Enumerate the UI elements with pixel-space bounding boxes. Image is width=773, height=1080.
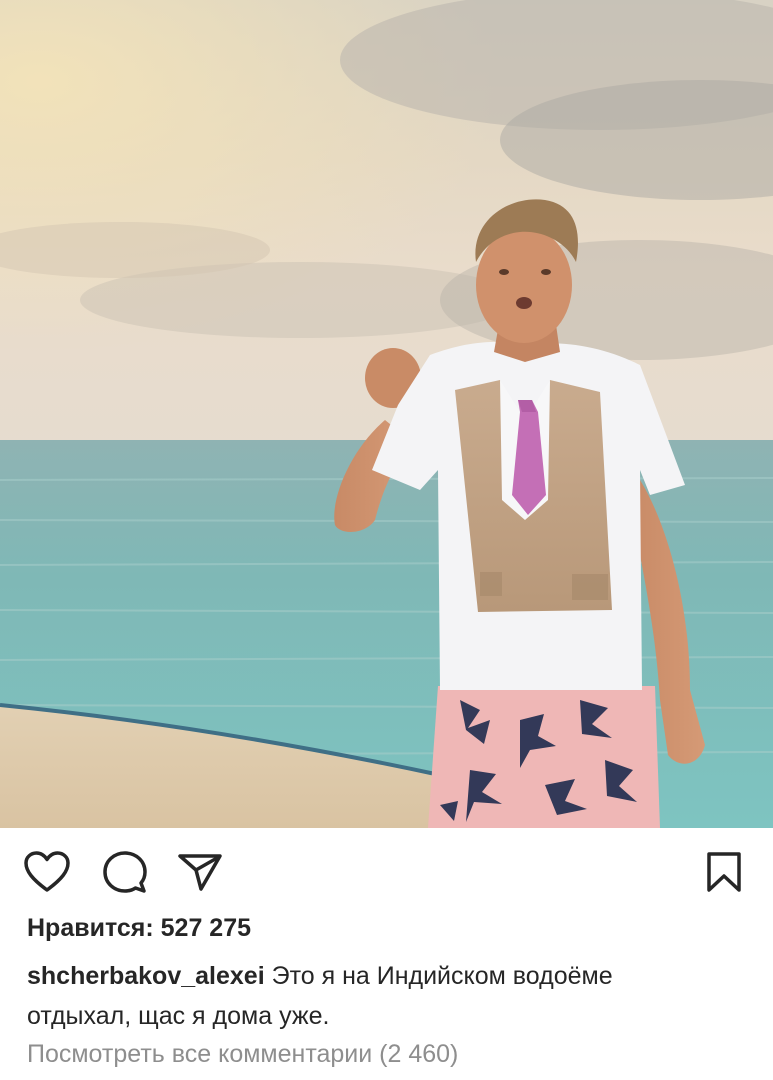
comment-button[interactable] (101, 848, 149, 896)
post-caption: shcherbakov_alexei Это я на Индийском во… (27, 956, 747, 1036)
paper-plane-icon (178, 854, 222, 891)
save-button[interactable] (700, 848, 748, 896)
view-all-comments-link[interactable]: Посмотреть все комментарии (2 460) (27, 1040, 458, 1069)
caption-username[interactable]: shcherbakov_alexei (27, 962, 265, 990)
post-action-bar (0, 828, 773, 918)
caption-text-line2: отдыхал, щас я дома уже. (27, 1002, 330, 1030)
caption-text-line1: Это я на Индийском водоёме (264, 962, 613, 990)
instagram-post: Нравится: 527 275 shcherbakov_alexei Это… (0, 0, 773, 1080)
like-button[interactable] (23, 848, 71, 896)
post-photo[interactable] (0, 0, 773, 828)
post-photo-image (0, 0, 773, 828)
likes-count[interactable]: Нравится: 527 275 (27, 914, 251, 943)
heart-outline-icon (24, 851, 70, 892)
bookmark-outline-icon (707, 852, 741, 892)
comment-bubble-icon (103, 851, 147, 893)
share-button[interactable] (176, 848, 224, 896)
